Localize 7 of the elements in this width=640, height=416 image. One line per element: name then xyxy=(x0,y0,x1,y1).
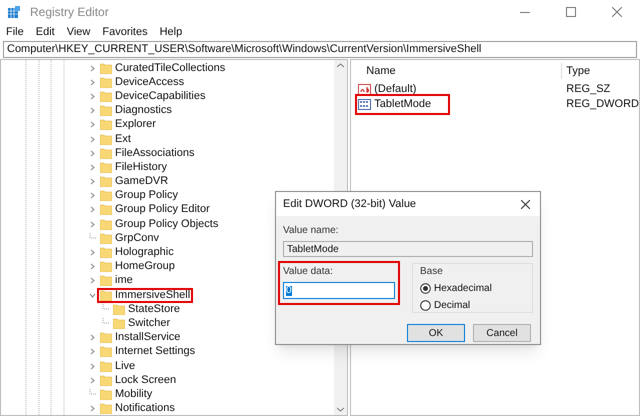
dialog-title: Edit DWORD (32-bit) Value xyxy=(283,196,416,212)
window-title: Registry Editor xyxy=(30,4,109,21)
value-type: REG_DWORD xyxy=(565,97,639,112)
value-type: REG_SZ xyxy=(565,82,610,98)
field-label: Value data: xyxy=(283,265,334,279)
field-label: Value name: xyxy=(283,224,340,238)
group-label: Base xyxy=(420,265,444,279)
